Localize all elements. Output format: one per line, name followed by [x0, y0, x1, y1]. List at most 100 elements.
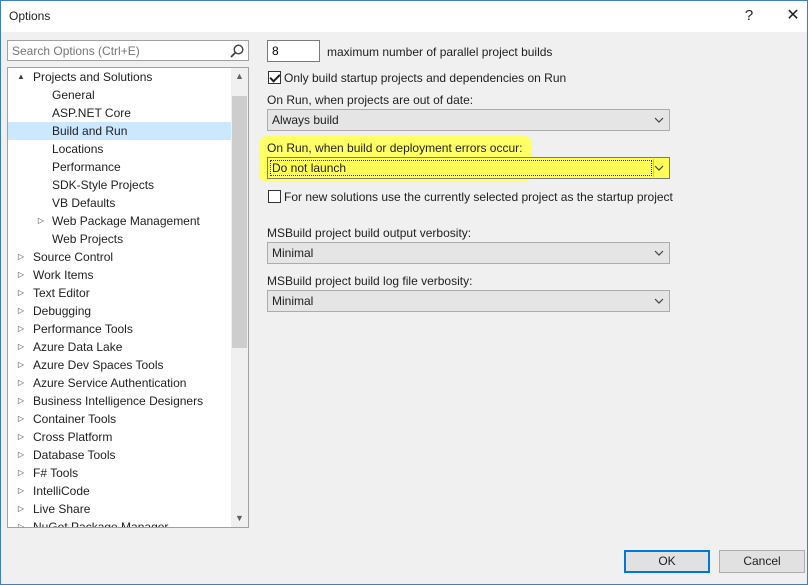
collapsed-arrow-icon[interactable]: ▷	[16, 518, 26, 527]
collapsed-arrow-icon[interactable]: ▷	[16, 500, 26, 518]
output-verbosity-label: MSBuild project build output verbosity:	[267, 226, 472, 240]
tree-rows: ▲ Projects and Solutions General ASP.NET Co…	[8, 68, 231, 528]
collapsed-arrow-icon[interactable]: ▷	[16, 392, 26, 410]
tree-item-label: Business Intelligence Designers	[33, 394, 204, 408]
only-build-startup-checkbox[interactable]	[268, 71, 281, 84]
collapsed-arrow-icon[interactable]: ▷	[16, 302, 26, 320]
tree-item[interactable]: ▷ Source Control	[8, 248, 231, 266]
errors-label: On Run, when build or deployment errors …	[267, 141, 523, 155]
tree-item-label: Azure Data Lake	[33, 340, 123, 354]
cancel-button[interactable]: Cancel	[719, 550, 805, 573]
close-button[interactable]: ✕	[781, 4, 805, 28]
tree-item-label: Web Package Management	[52, 214, 200, 228]
parallel-builds-label: maximum number of parallel project build…	[327, 45, 553, 59]
tree-item-label: F# Tools	[33, 466, 79, 480]
tree-item[interactable]: ▷ F# Tools	[8, 464, 231, 482]
tree-item[interactable]: ▷ Database Tools	[8, 446, 231, 464]
tree-item-label: General	[52, 88, 95, 102]
errors-dropdown[interactable]: Do not launch	[267, 157, 670, 179]
tree-item-label: Database Tools	[33, 448, 116, 462]
log-verbosity-label: MSBuild project build log file verbosity…	[267, 274, 473, 288]
tree-item[interactable]: ▷ Cross Platform	[8, 428, 231, 446]
collapsed-arrow-icon[interactable]: ▷	[16, 356, 26, 374]
collapsed-arrow-icon[interactable]: ▷	[16, 428, 26, 446]
collapsed-arrow-icon[interactable]: ▷	[16, 374, 26, 392]
tree-item-label: Live Share	[33, 502, 91, 516]
tree-item[interactable]: Build and Run	[8, 122, 231, 140]
collapsed-arrow-icon[interactable]: ▷	[16, 284, 26, 302]
tree-item[interactable]: ▷ Work Items	[8, 266, 231, 284]
tree-item-label: Build and Run	[52, 124, 128, 138]
collapsed-arrow-icon[interactable]: ▷	[16, 320, 26, 338]
tree-item[interactable]: ▷ Web Package Management	[8, 212, 231, 230]
tree-item-label: Work Items	[33, 268, 94, 282]
collapsed-arrow-icon[interactable]: ▷	[16, 464, 26, 482]
out-of-date-dropdown[interactable]: Always build	[267, 109, 670, 131]
tree-item[interactable]: ▷ Container Tools	[8, 410, 231, 428]
options-tree: ▲ Projects and Solutions General ASP.NET Co…	[7, 67, 249, 528]
collapsed-arrow-icon[interactable]: ▷	[16, 248, 26, 266]
search-box[interactable]	[7, 40, 249, 61]
collapsed-arrow-icon[interactable]: ▷	[16, 482, 26, 500]
tree-item[interactable]: SDK-Style Projects	[8, 176, 231, 194]
tree-item[interactable]: ▷ IntelliCode	[8, 482, 231, 500]
tree-item[interactable]: ▷ Azure Service Authentication	[8, 374, 231, 392]
expanded-arrow-icon[interactable]: ▲	[16, 68, 26, 86]
collapsed-arrow-icon[interactable]: ▷	[36, 212, 46, 230]
new-solutions-label: For new solutions use the currently sele…	[284, 190, 673, 204]
tree-item[interactable]: ▷ Business Intelligence Designers	[8, 392, 231, 410]
errors-value: Do not launch	[272, 161, 347, 175]
tree-item[interactable]: ▷ Live Share	[8, 500, 231, 518]
tree-item[interactable]: Locations	[8, 140, 231, 158]
tree-item[interactable]: ▷ Text Editor	[8, 284, 231, 302]
search-input[interactable]	[8, 41, 226, 60]
tree-item-label: VB Defaults	[52, 196, 116, 210]
search-icon[interactable]	[229, 43, 245, 59]
tree-item-label: Web Projects	[52, 232, 124, 246]
chevron-down-icon	[654, 117, 664, 123]
ok-button[interactable]: OK	[624, 550, 710, 573]
tree-item[interactable]: General	[8, 86, 231, 104]
out-of-date-label: On Run, when projects are out of date:	[267, 93, 474, 107]
log-verbosity-value: Minimal	[272, 294, 314, 308]
scroll-up-button[interactable]: ▲	[231, 68, 248, 85]
scroll-down-button[interactable]: ▼	[231, 510, 248, 527]
log-verbosity-dropdown[interactable]: Minimal	[267, 290, 670, 312]
tree-item-label: Performance	[52, 160, 121, 174]
collapsed-arrow-icon[interactable]: ▷	[16, 266, 26, 284]
title-bar: Options ? ✕	[1, 1, 807, 32]
tree-item[interactable]: ASP.NET Core	[8, 104, 231, 122]
tree-item[interactable]: VB Defaults	[8, 194, 231, 212]
tree-item[interactable]: ▷ Debugging	[8, 302, 231, 320]
tree-item-label: Container Tools	[33, 412, 117, 426]
tree-item[interactable]: ▲ Projects and Solutions	[8, 68, 231, 86]
options-dialog: Options ? ✕ ▲ Projects and Solutions Gener…	[0, 0, 808, 585]
help-button[interactable]: ?	[739, 4, 759, 28]
scroll-thumb[interactable]	[232, 96, 247, 348]
tree-item-label: Performance Tools	[33, 322, 133, 336]
output-verbosity-dropdown[interactable]: Minimal	[267, 242, 670, 264]
tree-item[interactable]: ▷ NuGet Package Manager	[8, 518, 231, 528]
tree-item-label: IntelliCode	[33, 484, 90, 498]
tree-item[interactable]: Performance	[8, 158, 231, 176]
parallel-builds-input[interactable]	[267, 40, 320, 62]
tree-item-label: Locations	[52, 142, 104, 156]
tree-item-label: NuGet Package Manager	[33, 520, 169, 528]
tree-item-label: Text Editor	[33, 286, 90, 300]
collapsed-arrow-icon[interactable]: ▷	[16, 338, 26, 356]
tree-item[interactable]: ▷ Azure Dev Spaces Tools	[8, 356, 231, 374]
collapsed-arrow-icon[interactable]: ▷	[16, 410, 26, 428]
collapsed-arrow-icon[interactable]: ▷	[16, 446, 26, 464]
tree-item[interactable]: ▷ Performance Tools	[8, 320, 231, 338]
new-solutions-checkbox[interactable]	[268, 190, 281, 203]
tree-item-label: Azure Dev Spaces Tools	[33, 358, 164, 372]
tree-item-label: Cross Platform	[33, 430, 113, 444]
tree-scrollbar[interactable]: ▲ ▼	[231, 68, 248, 527]
tree-item[interactable]: ▷ Azure Data Lake	[8, 338, 231, 356]
tree-item-label: Azure Service Authentication	[33, 376, 187, 390]
chevron-down-icon	[654, 250, 664, 256]
tree-item-label: SDK-Style Projects	[52, 178, 155, 192]
tree-item[interactable]: Web Projects	[8, 230, 231, 248]
tree-item-label: Source Control	[33, 250, 114, 264]
chevron-down-icon	[654, 298, 664, 304]
